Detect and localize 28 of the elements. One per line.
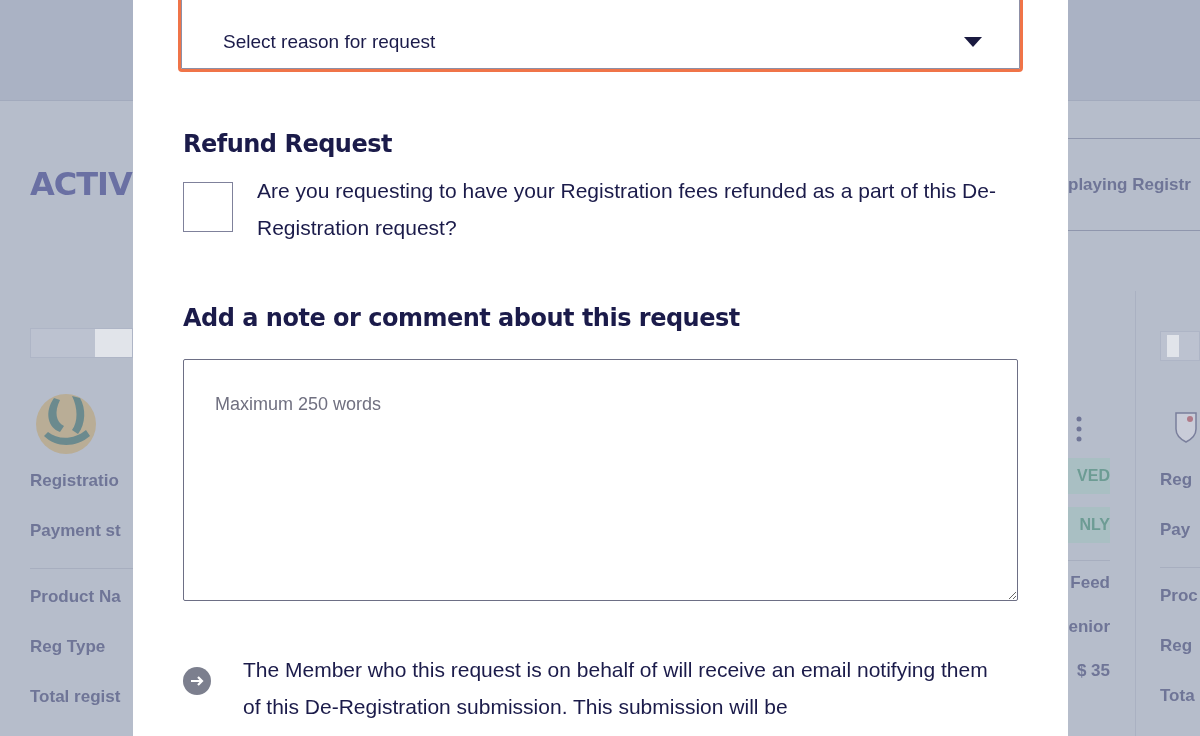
field-value: enior <box>1068 616 1110 638</box>
status-badge: VED <box>1068 458 1110 494</box>
toggle-control[interactable] <box>1160 331 1200 361</box>
arrow-circle-icon <box>183 667 211 695</box>
kebab-icon <box>1076 416 1082 442</box>
crest-icon <box>1172 409 1198 443</box>
field-label: Pay <box>1160 519 1191 541</box>
reason-select[interactable]: Select reason for request <box>178 0 1023 72</box>
field-label: Reg <box>1160 635 1193 657</box>
field-value: $ 35 <box>1075 660 1110 682</box>
logo-icon <box>34 392 98 456</box>
toggle-control[interactable] <box>30 328 133 358</box>
note-field[interactable]: Maximum 250 words <box>183 359 1018 601</box>
caret-icon <box>964 37 982 47</box>
page-heading: ACTIV <box>30 165 132 203</box>
field-label: Proc <box>1160 567 1200 621</box>
field-label: Reg <box>1160 469 1193 491</box>
section-heading: Add a note or comment about this request <box>183 304 741 332</box>
field-label: Total regist <box>30 686 121 708</box>
field-label: Registratio <box>30 470 119 492</box>
info-text: The Member who this request is on behalf of will receive an email notifying them of this De-Registration submission. This submission will be <box>243 657 989 720</box>
refund-checkbox[interactable] <box>183 182 233 232</box>
field-label: Reg Type <box>30 636 106 658</box>
section-heading: Refund Request <box>183 130 393 158</box>
field-label: Tota <box>1160 685 1195 707</box>
status-badge: NLY <box>1068 507 1110 543</box>
checkbox-label: Are you requesting to have your Registration fees refunded as a part of this De-Registration request? <box>257 178 997 241</box>
field-label: Payment st <box>30 520 121 542</box>
